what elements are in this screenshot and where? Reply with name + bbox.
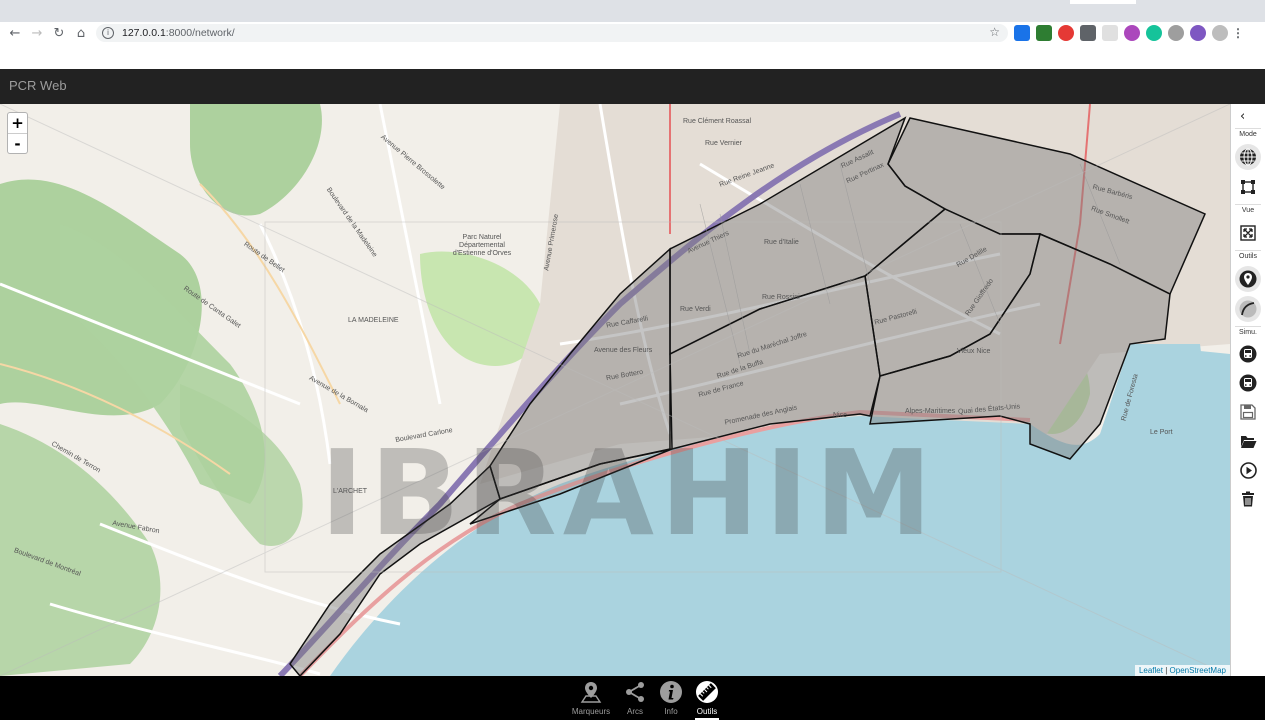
browser-toolbar: ← → ↻ ⌂ i 127.0.0.1:8000/network/ ☆ ⋮ (0, 22, 1265, 44)
extension-glasses-icon[interactable] (1036, 25, 1052, 41)
url-path: :8000/network/ (165, 27, 235, 39)
map-label: Avenue des Fleurs (594, 347, 653, 354)
extension-blank-icon[interactable] (1102, 25, 1118, 41)
floppy-disk-icon (1240, 404, 1256, 420)
bookmark-star-icon[interactable]: ☆ (989, 25, 1000, 39)
nav-arcs[interactable]: Arcs (615, 679, 655, 716)
marker-tool-button[interactable] (1235, 266, 1261, 292)
profile-avatar-icon[interactable] (1212, 25, 1228, 41)
chevron-left-icon[interactable]: ‹ (1240, 109, 1245, 124)
trash-icon (1242, 491, 1254, 507)
sidebar-divider (1235, 326, 1261, 327)
map-label: LA MADELEINE (348, 317, 399, 324)
bus-front-icon (1239, 374, 1257, 392)
share-nodes-icon (626, 682, 644, 702)
url-text[interactable]: 127.0.0.1:8000/network/ (122, 27, 235, 39)
globe-mode-button[interactable] (1235, 144, 1261, 170)
info-icon (660, 681, 682, 703)
map-label: Rue Verdi (680, 306, 711, 313)
map-label: Alpes-Maritimes (905, 408, 956, 415)
globe-icon (1240, 148, 1256, 166)
section-label-mode: Mode (1239, 131, 1257, 138)
curve-icon (1239, 300, 1257, 318)
map-label: Rue d'Italie (764, 239, 799, 246)
app-title[interactable]: PCR Web (9, 78, 67, 93)
watermark-text: IBRAHIM (320, 424, 939, 562)
zoom-in-button[interactable]: + (8, 113, 27, 133)
map-label: Rue Vernier (705, 140, 742, 147)
vehicle-b-button[interactable] (1235, 370, 1261, 396)
site-info-icon[interactable]: i (102, 27, 114, 39)
url-bar[interactable]: i 127.0.0.1:8000/network/ ☆ (96, 24, 1008, 42)
sidebar-divider (1235, 204, 1261, 205)
play-simulation-button[interactable] (1235, 457, 1261, 483)
play-circle-icon (1239, 461, 1257, 479)
map-label: Rue Rossini (762, 294, 800, 301)
extension-grammarly-icon[interactable] (1146, 25, 1162, 41)
expand-icon (1240, 225, 1256, 241)
section-label-vue: Vue (1241, 207, 1255, 214)
home-icon[interactable]: ⌂ (70, 22, 92, 44)
folder-open-icon (1240, 435, 1256, 448)
nav-label: Arcs (627, 707, 643, 716)
osm-link[interactable]: OpenStreetMap (1170, 666, 1226, 675)
extensions-row: ⋮ (1014, 24, 1244, 42)
section-label-outils: Outils (1239, 253, 1257, 260)
extension-history-icon[interactable] (1168, 25, 1184, 41)
map-label: Vieux Nice (957, 348, 991, 355)
truck-front-icon (1239, 345, 1257, 363)
map-attribution: Leaflet | OpenStreetMap (1134, 665, 1230, 676)
sidebar-divider (1235, 128, 1261, 129)
open-folder-button[interactable] (1235, 428, 1261, 454)
menu-kebab-icon[interactable]: ⋮ (1232, 25, 1244, 41)
extension-color-icon[interactable] (1124, 25, 1140, 41)
zoom-control: + - (7, 112, 28, 154)
map-label: Nice (833, 412, 848, 419)
ruler-icon (696, 681, 718, 703)
map-tiles (0, 104, 1230, 676)
tools-sidebar: ‹ Mode Vue Outils Simu. (1230, 104, 1265, 676)
active-tab[interactable] (1070, 0, 1136, 4)
nav-label: Marqueurs (571, 707, 611, 716)
extension-cast-icon[interactable] (1014, 25, 1030, 41)
bottom-nav: Marqueurs Arcs Info Outils (0, 676, 1265, 720)
section-label-simu: Simu. (1239, 329, 1257, 336)
leaflet-link[interactable]: Leaflet (1139, 666, 1163, 675)
save-button[interactable] (1235, 399, 1261, 425)
zoom-out-button[interactable]: - (8, 133, 27, 153)
nav-label: Info (664, 707, 678, 716)
map-pin-icon (1239, 270, 1257, 288)
extension-facebook-icon[interactable] (1080, 25, 1096, 41)
map-view[interactable]: IBRAHIM Rue Clément Roassal Rue Vernier … (0, 104, 1230, 676)
forward-icon[interactable]: → (26, 22, 48, 44)
draw-polygon-icon (1241, 180, 1255, 194)
extension-purple-icon[interactable] (1190, 25, 1206, 41)
page-top-spacer (0, 44, 1265, 69)
map-label: L'ARCHET (333, 488, 368, 495)
extension-opera-icon[interactable] (1058, 25, 1074, 41)
delete-button[interactable] (1235, 486, 1261, 512)
nav-label: Outils (696, 707, 718, 716)
map-label: Le Port (1150, 429, 1173, 436)
arc-tool-button[interactable] (1235, 296, 1261, 322)
polygon-mode-button[interactable] (1235, 174, 1261, 200)
back-icon[interactable]: ← (4, 22, 26, 44)
map-marker-icon (580, 682, 602, 703)
url-host: 127.0.0.1 (122, 27, 166, 39)
nav-outils[interactable]: Outils (687, 679, 727, 720)
nav-info[interactable]: Info (651, 679, 691, 716)
nav-marqueurs[interactable]: Marqueurs (570, 679, 612, 716)
sidebar-divider (1235, 250, 1261, 251)
fit-view-button[interactable] (1235, 220, 1261, 246)
map-label: Rue Clément Roassal (683, 118, 752, 125)
reload-icon[interactable]: ↻ (48, 22, 70, 44)
browser-tabstrip (0, 0, 1265, 22)
vehicle-a-button[interactable] (1235, 341, 1261, 367)
map-label: Parc Naturel Départemental d'Estienne d'… (452, 234, 512, 257)
app-navbar: PCR Web (0, 69, 1265, 104)
